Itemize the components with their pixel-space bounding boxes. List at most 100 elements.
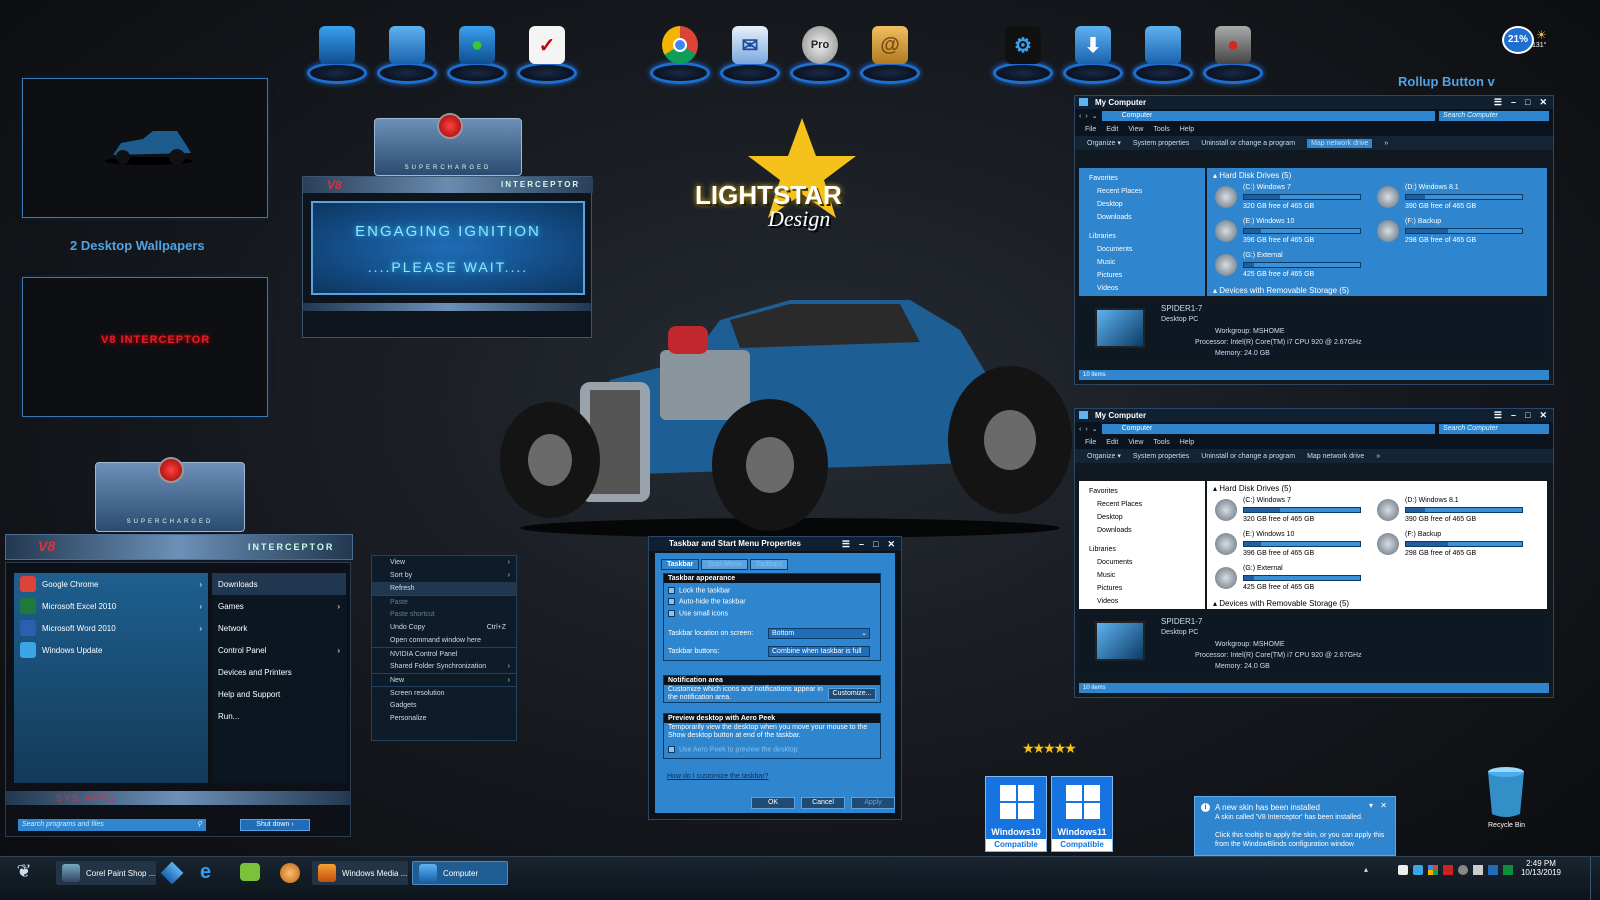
start-program-item[interactable]: Google Chrome › <box>14 573 208 595</box>
ok-button[interactable]: OK <box>751 797 795 809</box>
tray-app-icon[interactable] <box>1413 865 1423 875</box>
taskbar-button-paintshop[interactable]: Corel Paint Shop ... <box>56 861 156 885</box>
nav-item-downloads[interactable]: Downloads <box>1079 211 1205 224</box>
context-item-screen-resolution[interactable]: Screen resolution <box>372 686 516 699</box>
context-item-open-command-window-here[interactable]: Open command window here <box>372 634 516 647</box>
command-3[interactable]: Map network drive <box>1307 453 1364 460</box>
tray-windows-icon[interactable] <box>1428 865 1438 875</box>
hdd-group-header[interactable]: ▴ Hard Disk Drives (5) <box>1213 171 1291 180</box>
close-icon[interactable]: ✕ <box>1539 97 1547 108</box>
dock-folder-icon[interactable] <box>375 22 439 86</box>
command-4[interactable]: » <box>1376 453 1380 460</box>
drive-item[interactable]: (G:) External 425 GB free of 465 GB <box>1215 563 1375 593</box>
drive-item[interactable]: (F:) Backup 298 GB free of 465 GB <box>1377 529 1537 559</box>
command-0[interactable]: Organize ▾ <box>1087 139 1121 147</box>
explorer-titlebar[interactable]: My Computer ☰ – □ ✕ <box>1075 96 1553 109</box>
menu-item-view[interactable]: View <box>1128 439 1143 446</box>
explorer-window-2[interactable]: My Computer ☰ – □ ✕ ‹ › ⌄ Computer Searc… <box>1074 408 1554 698</box>
back-icon[interactable]: ‹ <box>1079 426 1081 433</box>
forward-icon[interactable]: › <box>1085 113 1087 120</box>
drive-item[interactable]: (D:) Windows 8.1 390 GB free of 465 GB <box>1377 495 1537 525</box>
location-select[interactable]: Bottom ⌄ <box>768 628 870 639</box>
check-auto-hide[interactable]: Auto-hide the taskbar <box>664 594 880 606</box>
command-1[interactable]: System properties <box>1133 140 1189 147</box>
start-place-item[interactable]: Devices and Printers <box>212 661 346 683</box>
dialog-menu-icon[interactable]: ☰ <box>842 537 850 551</box>
drive-item[interactable]: (E:) Windows 10 396 GB free of 465 GB <box>1215 529 1375 559</box>
tray-expand-icon[interactable]: ▴ <box>1364 865 1368 874</box>
start-place-item[interactable]: Control Panel › <box>212 639 346 661</box>
command-2[interactable]: Uninstall or change a program <box>1201 453 1295 460</box>
check-lock-taskbar[interactable]: Lock the taskbar <box>664 583 880 594</box>
nav-item-music[interactable]: Music <box>1079 569 1205 582</box>
command-1[interactable]: System properties <box>1133 453 1189 460</box>
menu-item-view[interactable]: View <box>1128 126 1143 133</box>
start-search-input[interactable]: Search programs and files ⚲ <box>18 819 206 831</box>
start-program-item[interactable]: Microsoft Excel 2010 › <box>14 595 208 617</box>
drive-item[interactable]: (C:) Windows 7 320 GB free of 465 GB <box>1215 182 1375 212</box>
skin-installed-notification[interactable]: i A new skin has been installed ▾ ✕ A sk… <box>1194 796 1396 856</box>
context-item-refresh[interactable]: Refresh <box>372 582 516 595</box>
nav-item-libraries[interactable]: Libraries <box>1079 230 1205 243</box>
dock-monitor-icon[interactable] <box>305 22 369 86</box>
window-menu-icon[interactable]: ☰ <box>1494 410 1502 421</box>
address-input[interactable]: Computer <box>1101 111 1435 121</box>
nav-item-desktop[interactable]: Desktop <box>1079 198 1205 211</box>
menu-item-edit[interactable]: Edit <box>1106 126 1118 133</box>
nav-item-videos[interactable]: Videos <box>1079 282 1205 295</box>
dock-settings-icon[interactable]: ⚙ <box>991 22 1055 86</box>
context-item-paste[interactable]: Paste <box>372 595 516 608</box>
context-item-shared-folder-synchronization[interactable]: Shared Folder Synchronization › <box>372 660 516 673</box>
dock-network-icon[interactable]: ● <box>445 22 509 86</box>
context-item-personalize[interactable]: Personalize <box>372 712 516 725</box>
minimize-icon[interactable]: – <box>1511 97 1516 108</box>
command-3[interactable]: Map network drive <box>1307 138 1373 148</box>
nav-item-downloads[interactable]: Downloads <box>1079 524 1205 537</box>
drive-item[interactable]: (C:) Windows 7 320 GB free of 465 GB <box>1215 495 1375 525</box>
tray-speaker-icon[interactable] <box>1458 865 1468 875</box>
context-item-undo-copy[interactable]: Undo Copy Ctrl+Z <box>372 621 516 634</box>
dock-folder-2-icon[interactable] <box>1131 22 1195 86</box>
address-input[interactable]: Computer <box>1101 424 1435 434</box>
taskbar-firefox-icon[interactable] <box>280 863 300 883</box>
start-place-item[interactable]: Network <box>212 617 346 639</box>
nav-item-documents[interactable]: Documents <box>1079 556 1205 569</box>
back-icon[interactable]: ‹ <box>1079 113 1081 120</box>
aero-peek-checkbox[interactable] <box>668 746 675 753</box>
notification-close-icon[interactable]: ✕ <box>1380 801 1387 810</box>
rollup-button[interactable]: Rollup Button v <box>1398 74 1495 89</box>
dialog-titlebar[interactable]: Taskbar and Start Menu Properties ☰ – □ … <box>649 537 901 551</box>
context-item-sort-by[interactable]: Sort by › <box>372 569 516 582</box>
maximize-icon[interactable]: □ <box>1525 410 1530 421</box>
nav-item-pictures[interactable]: Pictures <box>1079 269 1205 282</box>
menu-item-file[interactable]: File <box>1085 439 1096 446</box>
context-item-new[interactable]: New › <box>372 673 516 686</box>
tray-chat-icon[interactable] <box>1398 865 1408 875</box>
auto-hide-checkbox[interactable] <box>668 598 675 606</box>
context-item-nvidia-control-panel[interactable]: NVIDIA Control Panel <box>372 647 516 660</box>
dock-downloads-icon[interactable]: ⬇ <box>1061 22 1125 86</box>
clock[interactable]: 2:49 PM 10/13/2019 <box>1518 859 1564 877</box>
maximize-icon[interactable]: □ <box>1525 97 1530 108</box>
taskbar-properties-dialog[interactable]: Taskbar and Start Menu Properties ☰ – □ … <box>648 536 902 820</box>
buttons-select[interactable]: Combine when taskbar is full <box>768 646 870 657</box>
taskbar-layers-icon[interactable] <box>160 861 184 885</box>
show-desktop-button[interactable] <box>1590 857 1600 900</box>
hdd-group-header[interactable]: ▴ Hard Disk Drives (5) <box>1213 484 1291 493</box>
aero-peek-check[interactable]: Use Aero Peek to preview the desktop <box>668 746 798 753</box>
nav-item-music[interactable]: Music <box>1079 256 1205 269</box>
sys-apps-bar[interactable]: SYS APPS <box>6 791 350 805</box>
customize-help-link[interactable]: How do I customize the taskbar? <box>667 773 769 780</box>
menu-item-help[interactable]: Help <box>1180 439 1194 446</box>
menu-item-tools[interactable]: Tools <box>1153 126 1169 133</box>
tray-shield-icon[interactable] <box>1488 865 1498 875</box>
menu-item-tools[interactable]: Tools <box>1153 439 1169 446</box>
menu-item-file[interactable]: File <box>1085 126 1096 133</box>
tab-taskbar[interactable]: Taskbar <box>661 559 700 570</box>
drive-item[interactable]: (F:) Backup 298 GB free of 465 GB <box>1377 216 1537 246</box>
explorer-titlebar[interactable]: My Computer ☰ – □ ✕ <box>1075 409 1553 422</box>
search-input[interactable]: Search Computer <box>1439 424 1549 434</box>
nav-item-desktop[interactable]: Desktop <box>1079 511 1205 524</box>
start-place-item[interactable]: Help and Support <box>212 683 346 705</box>
apply-button[interactable]: Apply <box>851 797 895 809</box>
